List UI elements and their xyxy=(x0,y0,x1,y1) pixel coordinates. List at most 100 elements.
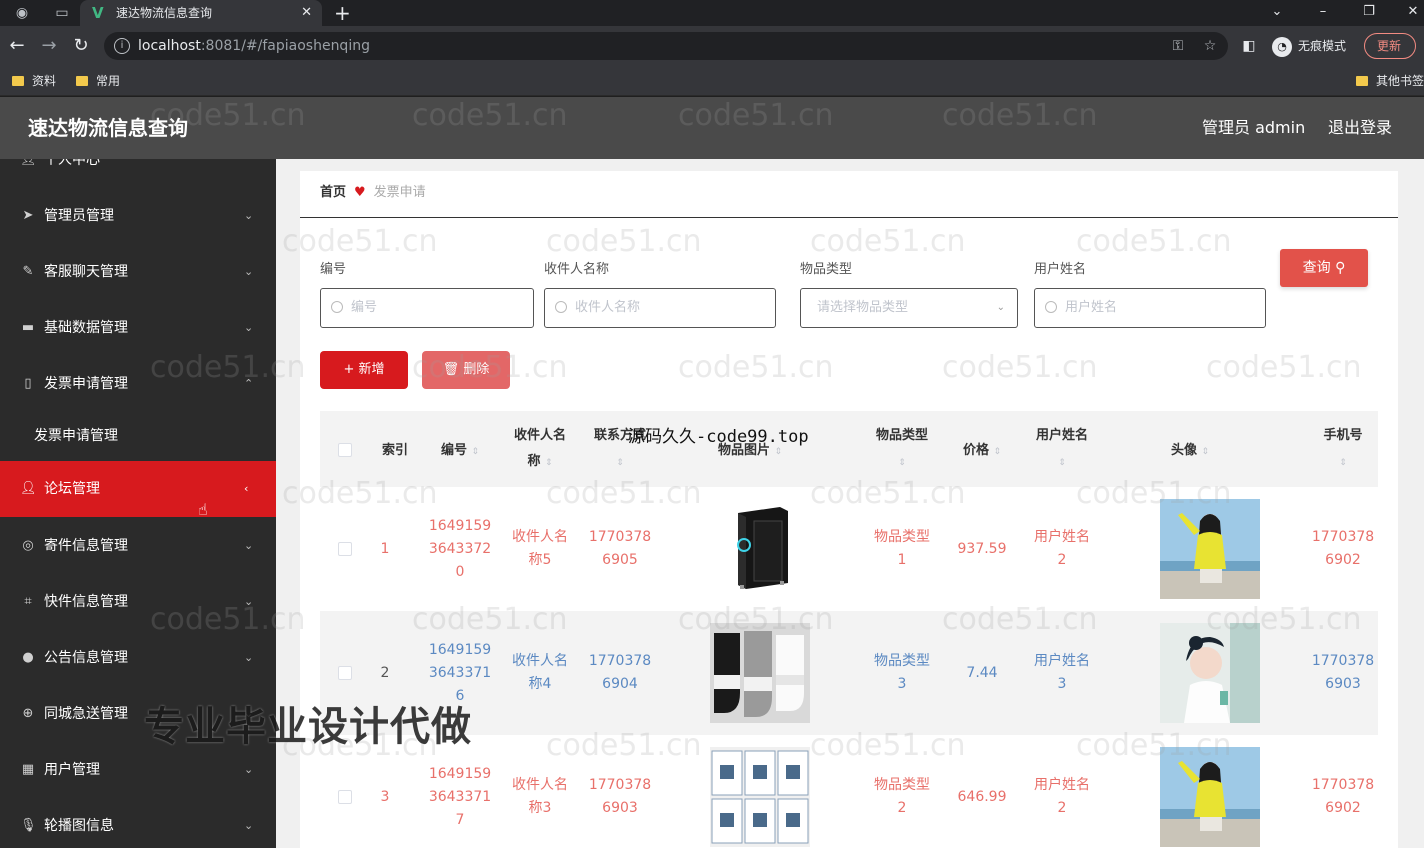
minimize-icon[interactable]: – xyxy=(1300,0,1346,26)
row-checkbox[interactable] xyxy=(338,542,352,556)
row-checkbox[interactable] xyxy=(338,790,352,804)
delete-button[interactable]: 🗑︎ 删除 xyxy=(422,351,510,389)
sidebar-item-basedata[interactable]: ▬ 基础数据管理 ⌄ xyxy=(0,300,276,356)
user-icon: 👤︎ xyxy=(20,159,37,167)
heart-icon: ♥ xyxy=(354,185,366,200)
url-text[interactable]: localhost:8081/#/fapiaoshenqing xyxy=(138,32,370,60)
new-tab-icon[interactable]: + xyxy=(334,0,351,26)
close-window-icon[interactable]: ✕ xyxy=(1390,0,1424,26)
search-button[interactable]: 查询 ⚲ xyxy=(1280,249,1368,287)
code-search-input[interactable]: 编号 xyxy=(320,288,534,328)
breadcrumb-current: 发票申请 xyxy=(373,185,426,200)
breadcrumb-home[interactable]: 首页 xyxy=(320,185,346,200)
sidebar-item-profile[interactable]: 👤︎ 个人中心 xyxy=(0,159,276,188)
sidebar-item-chat[interactable]: ✎ 客服聊天管理 ⌄ xyxy=(0,244,276,300)
row-checkbox[interactable] xyxy=(338,666,352,680)
search-icon xyxy=(555,301,567,313)
col-type[interactable]: 物品类型 ⇕ xyxy=(860,411,944,487)
tab-close-icon[interactable]: ✕ xyxy=(301,0,312,26)
sidebar-item-admin[interactable]: ➤ 管理员管理 ⌄ xyxy=(0,188,276,244)
chevron-right-icon: ‹ xyxy=(244,482,249,495)
sidebar-item-forum[interactable]: 👤︎ 论坛管理 ‹ xyxy=(0,461,276,517)
table-header: 索引 编号 ⇕ 收件人名称 ⇕ 联系方式 ⇕ 物品图片 ⇕ 物品类型 ⇕ 价格 ⇕ … xyxy=(320,411,1378,487)
search-icon xyxy=(1045,301,1057,313)
cell-price: 646.99 xyxy=(957,788,1007,805)
table-row[interactable]: 1 1649159 3643372 0 收件人名 称5 1770378 6905 物品类… xyxy=(320,487,1378,611)
folder-icon xyxy=(1356,76,1368,86)
tab-title: 速达物流信息查询 xyxy=(116,6,213,20)
tab-search-icon[interactable]: ▭ xyxy=(52,3,72,23)
reload-icon[interactable]: ↻ xyxy=(70,35,92,57)
cell-mobile: 1770378 6903 xyxy=(1311,653,1375,692)
col-code[interactable]: 编号 ⇕ xyxy=(420,411,500,487)
sidebar-item-notice[interactable]: ● 公告信息管理 ⌄ xyxy=(0,630,276,686)
tab-list-chevron-icon[interactable]: ⌄ xyxy=(1254,0,1300,26)
bookmark-folder-ziliao[interactable]: 资料 xyxy=(12,72,56,90)
cell-image[interactable] xyxy=(700,735,820,848)
app-header: 速达物流信息查询 管理员 admin 退出登录 xyxy=(0,97,1424,159)
table-row[interactable]: 2 1649159 3643371 6 收件人名 称4 1770378 6904 物品类… xyxy=(320,611,1378,735)
cell-code: 1649159 3643372 0 xyxy=(428,517,492,580)
send-icon: ➤ xyxy=(22,208,34,223)
sidebar-subitem-invoice[interactable]: 发票申请管理 xyxy=(0,408,276,464)
avatar-image xyxy=(1160,623,1260,723)
cell-receiver: 收件人名 称3 xyxy=(512,777,568,816)
restore-icon[interactable]: ❐ xyxy=(1346,0,1392,26)
forward-icon[interactable]: → xyxy=(38,35,60,57)
sidebar-item-send[interactable]: ◎ 寄件信息管理 ⌄ xyxy=(0,518,276,574)
sidebar-item-express[interactable]: ⌗ 快件信息管理 ⌄ xyxy=(0,574,276,630)
receiver-search-input[interactable]: 收件人名称 xyxy=(544,288,776,328)
cell-avatar[interactable] xyxy=(1140,611,1280,735)
key-icon[interactable]: ⚿ xyxy=(1168,36,1188,56)
cell-avatar[interactable] xyxy=(1140,487,1280,611)
table-row[interactable]: 3 164915936433717 收件人名称3 17703786903 xyxy=(320,735,1378,848)
url-bar[interactable]: i localhost:8081/#/fapiaoshenqing ⚿ ☆ xyxy=(104,32,1228,60)
cell-type: 物品类型 1 xyxy=(874,529,930,568)
incognito-icon: ◔ xyxy=(1272,36,1292,57)
sidebar-item-invoice[interactable]: ▯ 发票申请管理 ⌃ xyxy=(0,356,276,412)
trash-icon: 🗑︎ xyxy=(442,362,460,377)
col-username[interactable]: 用户姓名 ⇕ xyxy=(1020,411,1104,487)
bookmark-folder-changyong[interactable]: 常用 xyxy=(76,72,120,90)
globe-icon: ⊕ xyxy=(22,706,34,721)
browser-tab-bar: ◉ ▭ V 速达物流信息查询 ✕ + ⌄ – ❐ ✕ xyxy=(0,0,1424,26)
col-avatar[interactable]: 头像 ⇕ xyxy=(1140,411,1240,487)
current-user[interactable]: 管理员 admin xyxy=(1202,97,1305,159)
chevron-up-icon: ⌃ xyxy=(244,377,254,390)
target-icon: ◎ xyxy=(22,538,34,553)
site-info-icon[interactable]: i xyxy=(114,38,130,54)
back-icon[interactable]: ← xyxy=(6,35,28,57)
cell-image[interactable] xyxy=(700,611,820,735)
cell-username: 用户姓名 2 xyxy=(1034,529,1090,568)
logout-link[interactable]: 退出登录 xyxy=(1328,97,1392,159)
app-title: 速达物流信息查询 xyxy=(28,116,188,140)
sidebar-item-carousel[interactable]: 🎙︎ 轮播图信息 ⌄ xyxy=(0,798,276,848)
chevron-down-icon: ⌄ xyxy=(244,321,254,334)
cell-avatar[interactable] xyxy=(1140,735,1280,848)
username-search-input[interactable]: 用户姓名 xyxy=(1034,288,1266,328)
browser-menu-icon[interactable]: ◉ xyxy=(12,3,32,23)
folder-icon xyxy=(12,76,24,86)
side-panel-icon[interactable]: ◧ xyxy=(1238,35,1260,57)
update-button[interactable]: 更新 xyxy=(1364,33,1416,59)
col-receiver[interactable]: 收件人名称 ⇕ xyxy=(500,411,580,487)
cell-type: 物品类型 3 xyxy=(874,653,930,692)
cell-mobile: 1770378 6902 xyxy=(1311,777,1375,816)
col-price[interactable]: 价格 ⇕ xyxy=(944,411,1020,487)
cell-image[interactable] xyxy=(700,487,820,611)
select-all-checkbox[interactable] xyxy=(338,443,352,457)
browser-tab[interactable]: V 速达物流信息查询 ✕ xyxy=(80,0,322,26)
add-button[interactable]: + 新增 xyxy=(320,351,408,389)
bookmark-star-icon[interactable]: ☆ xyxy=(1200,36,1220,56)
mic-icon: 🎙︎ xyxy=(20,818,37,833)
type-select[interactable]: 请选择物品类型 ⌄ xyxy=(800,288,1018,328)
cell-phone: 1770378 6904 xyxy=(588,653,652,692)
bookmark-folder-other[interactable]: 其他书签 xyxy=(1356,72,1424,90)
filter-label-receiver: 收件人名称 xyxy=(544,262,610,277)
crop-icon: ⌗ xyxy=(24,594,32,609)
chevron-down-icon: ⌄ xyxy=(244,595,254,608)
vue-favicon-icon: V xyxy=(92,4,104,22)
col-mobile[interactable]: 手机号 ⇕ xyxy=(1300,411,1386,487)
incognito-indicator[interactable]: ◔ 无痕模式 xyxy=(1272,34,1346,58)
cell-price: 7.44 xyxy=(966,664,998,681)
